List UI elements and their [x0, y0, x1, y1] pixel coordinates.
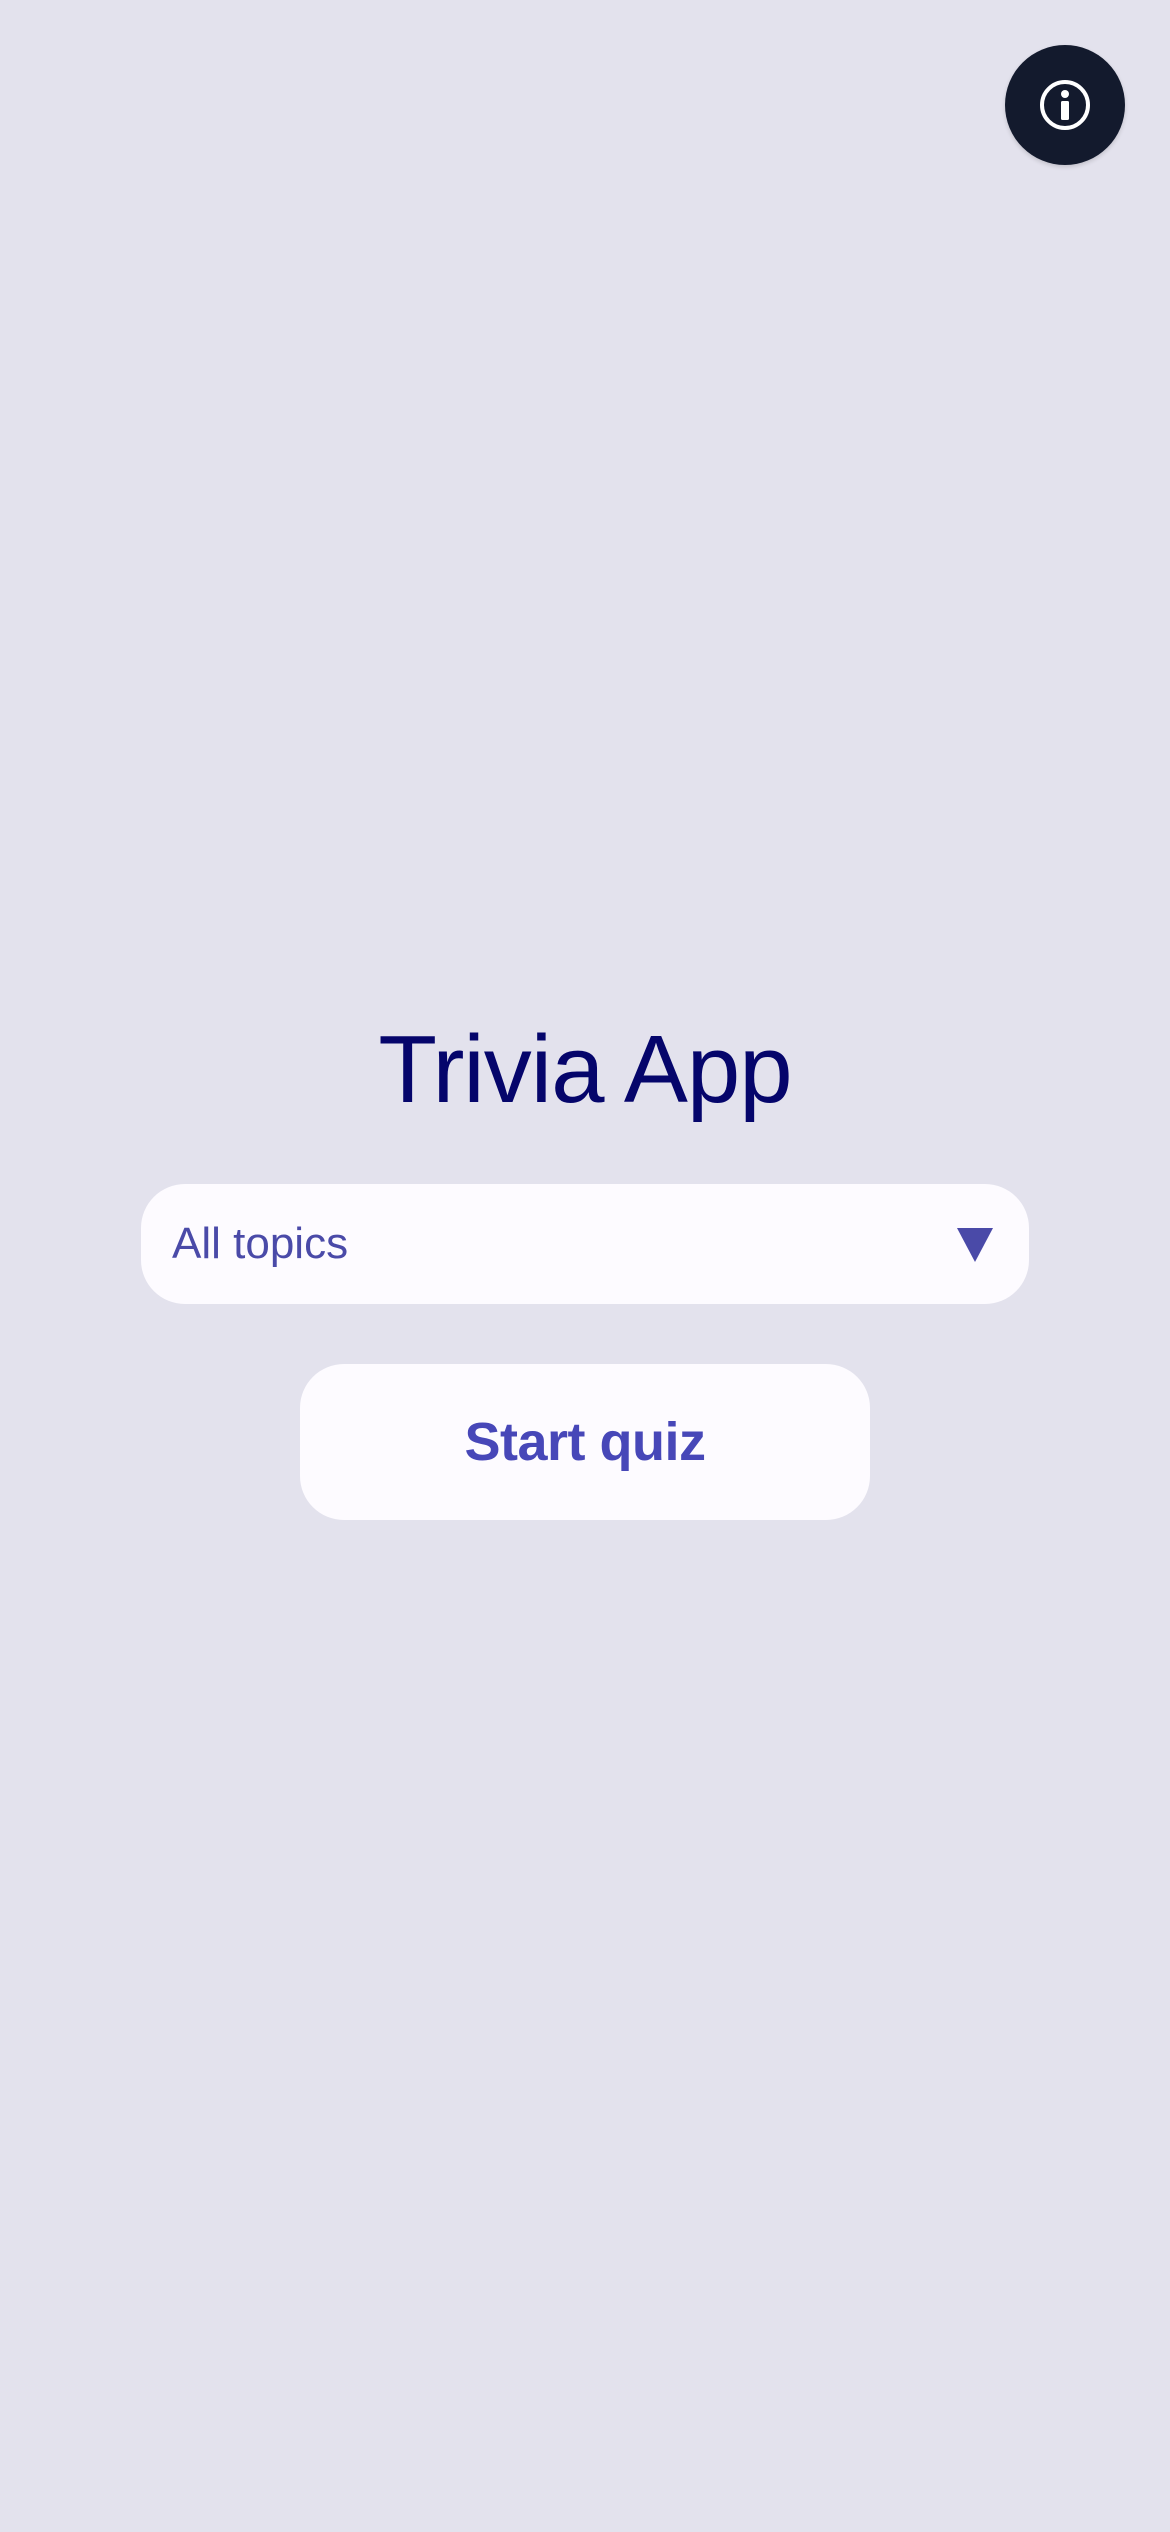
- topic-select-value: All topics: [172, 1219, 349, 1268]
- info-icon: [1040, 80, 1090, 130]
- app-title: Trivia App: [378, 1016, 792, 1123]
- topic-select[interactable]: All topics: [141, 1184, 1029, 1304]
- home-screen: Trivia App All topics Start quiz: [0, 0, 1170, 2532]
- info-button[interactable]: [1005, 45, 1125, 165]
- start-quiz-button[interactable]: Start quiz: [300, 1364, 870, 1520]
- start-quiz-label: Start quiz: [464, 1412, 706, 1472]
- chevron-down-icon: [957, 1228, 993, 1262]
